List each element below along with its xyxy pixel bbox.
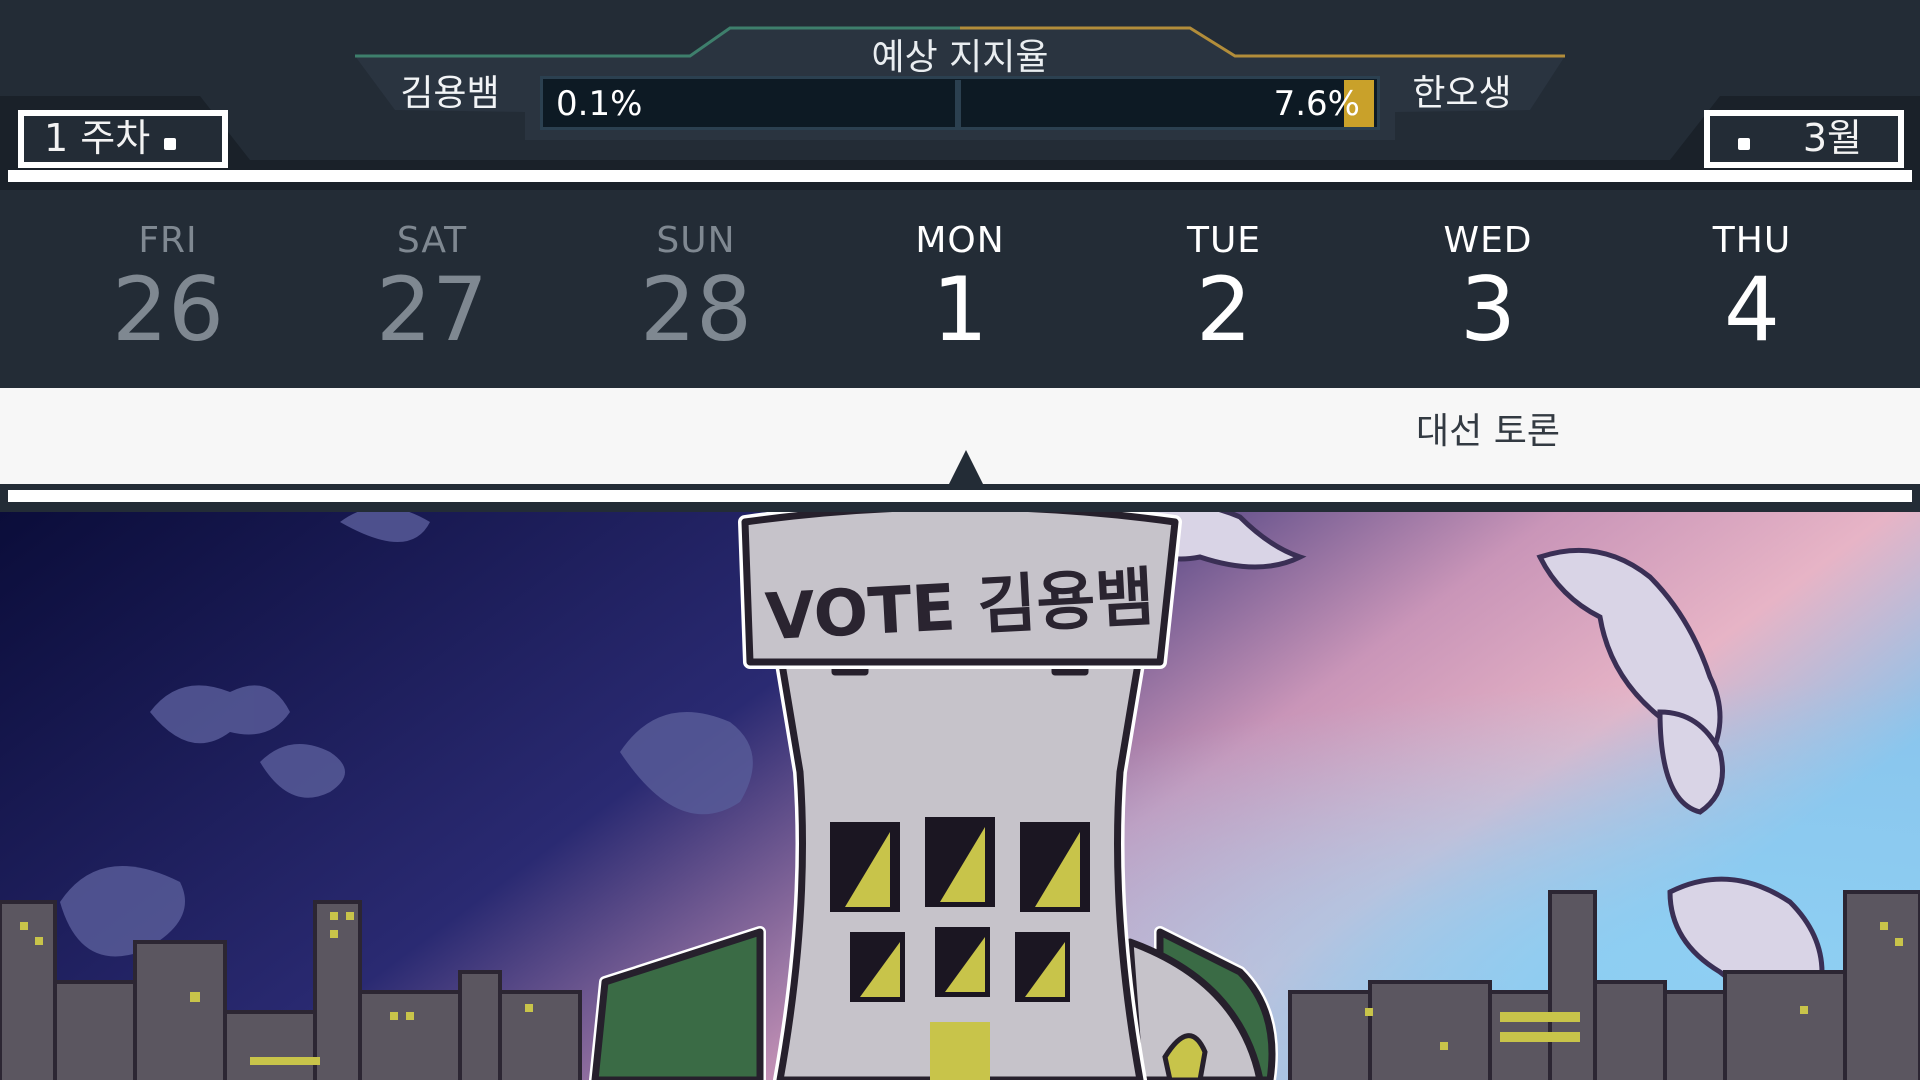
day-number: 26 xyxy=(112,258,224,361)
right-candidate-name: 한오생 xyxy=(1412,73,1512,114)
week-tab[interactable]: 1 주차 xyxy=(18,110,228,168)
day-fri[interactable]: FRI 26 xyxy=(58,220,278,355)
day-sun[interactable]: SUN 28 xyxy=(586,220,806,355)
month-tab[interactable]: 3월 xyxy=(1704,110,1904,168)
day-mon[interactable]: MON 1 xyxy=(850,220,1070,355)
day-number: 2 xyxy=(1196,258,1252,361)
day-number: 28 xyxy=(640,258,752,361)
week-dot-icon xyxy=(164,138,176,150)
event-debate[interactable]: 대선 토론 xyxy=(1388,402,1588,454)
month-label: 3월 xyxy=(1802,116,1862,160)
day-thu[interactable]: THU 4 xyxy=(1642,220,1862,355)
day-number: 1 xyxy=(932,258,988,361)
day-number: 3 xyxy=(1460,258,1516,361)
left-candidate-name: 김용뱀 xyxy=(400,73,500,114)
day-name: MON xyxy=(915,220,1005,261)
current-day-marker-icon xyxy=(948,450,984,486)
day-name: WED xyxy=(1443,220,1533,261)
day-name: SAT xyxy=(396,220,468,261)
scene-illustration: VOTE 김용뱀 xyxy=(0,512,1920,1080)
poll-bar-divider xyxy=(955,80,961,130)
month-dot-icon xyxy=(1738,138,1750,150)
day-name: FRI xyxy=(138,220,198,261)
day-number: 27 xyxy=(376,258,488,361)
day-number: 4 xyxy=(1724,258,1780,361)
day-name: TUE xyxy=(1186,220,1262,261)
day-name: THU xyxy=(1712,220,1792,261)
left-percent: 0.1% xyxy=(556,84,643,124)
week-label: 1 주차 xyxy=(44,116,151,160)
calendar-strip: FRI 26 SAT 27 SUN 28 MON 1 TUE 2 WED 3 T… xyxy=(0,190,1920,386)
day-tue[interactable]: TUE 2 xyxy=(1114,220,1334,355)
poll-title: 예상 지지율 xyxy=(871,37,1049,78)
day-wed[interactable]: WED 3 xyxy=(1378,220,1598,355)
top-rail xyxy=(8,170,1912,182)
day-sat[interactable]: SAT 27 xyxy=(322,220,542,355)
campaign-office-illustration: VOTE 김용뱀 xyxy=(0,512,1920,1080)
day-name: SUN xyxy=(656,220,736,261)
timeline-rail xyxy=(8,490,1912,502)
right-percent: 7.6% xyxy=(1273,84,1360,124)
